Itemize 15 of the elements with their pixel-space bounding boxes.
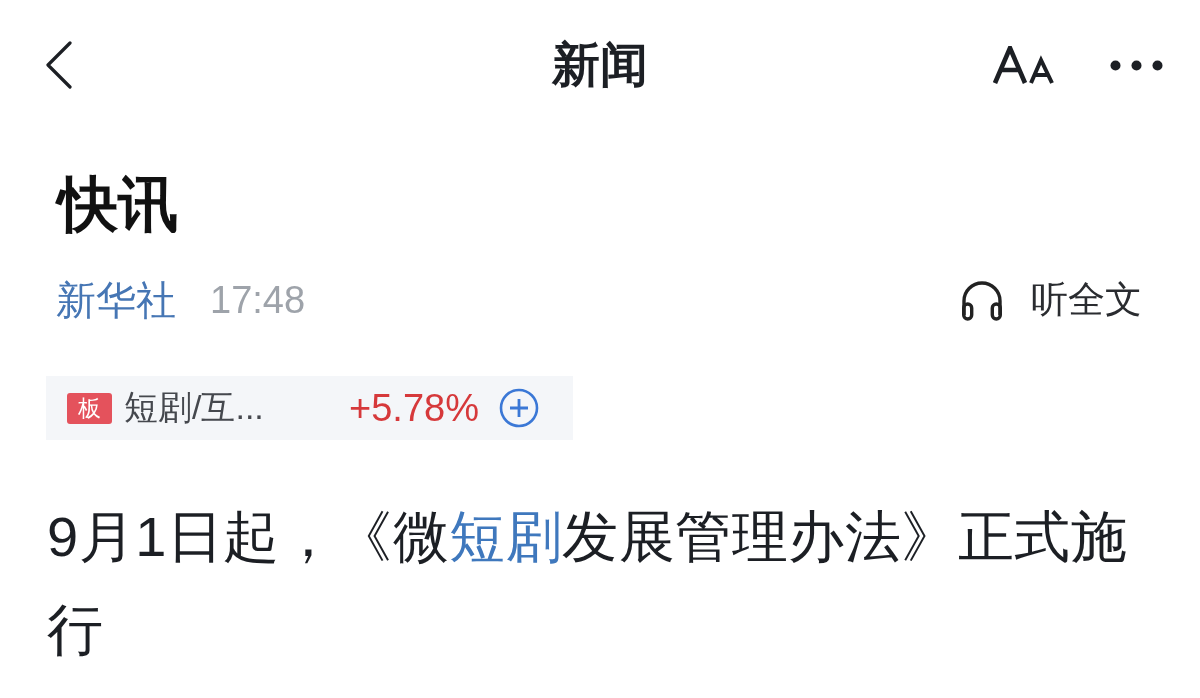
stock-tag[interactable]: 板 短剧/互... +5.78% [46, 376, 573, 440]
text-size-icon[interactable] [993, 46, 1055, 84]
headphones-icon [961, 279, 1003, 321]
keyword-link[interactable]: 短剧 [449, 505, 563, 568]
publish-time: 17:48 [210, 278, 306, 323]
plus-circle-icon[interactable] [498, 388, 539, 428]
back-icon[interactable] [45, 41, 73, 89]
source-link[interactable]: 新华社 [56, 275, 176, 325]
sector-name: 短剧/互... [124, 387, 265, 428]
sector-badge: 板 [67, 392, 112, 424]
more-icon[interactable] [1110, 59, 1163, 71]
article-body-text: 9月1日起，《微短剧发展管理办法》正式施行 [46, 504, 1129, 663]
page-title: 新闻 [552, 37, 648, 94]
listen-button[interactable]: 听全文 [961, 275, 1142, 325]
price-change: +5.78% [349, 386, 479, 430]
